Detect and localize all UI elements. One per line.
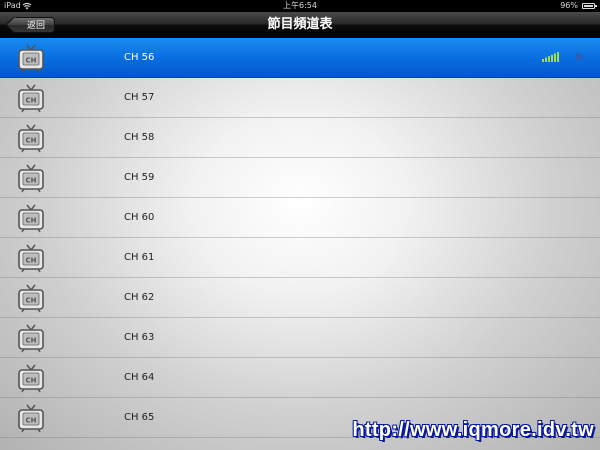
svg-text:CH: CH	[26, 257, 37, 265]
navigation-bar: 返回 節目頻道表	[0, 12, 600, 38]
tv-icon: CH	[16, 43, 46, 73]
svg-text:CH: CH	[26, 217, 37, 225]
channel-list: CH CH 56 CH CH 57 CH CH 58 CH CH 59 CH C…	[0, 38, 600, 438]
channel-label: CH 60	[124, 212, 155, 223]
svg-text:CH: CH	[26, 57, 37, 65]
watermark: http://www.iqmore.idv.tw	[352, 419, 594, 441]
svg-text:CH: CH	[26, 377, 37, 385]
battery-icon	[582, 3, 597, 9]
tv-icon: CH	[16, 283, 46, 313]
channel-label: CH 57	[124, 92, 155, 103]
channel-row[interactable]: CH CH 63	[0, 318, 600, 358]
tv-icon: CH	[16, 123, 46, 153]
tv-icon: CH	[16, 363, 46, 393]
channel-label: CH 58	[124, 132, 155, 143]
svg-text:CH: CH	[26, 337, 37, 345]
signal-strength-icon	[542, 52, 559, 62]
channel-row[interactable]: CH CH 61	[0, 238, 600, 278]
channel-label: CH 59	[124, 172, 155, 183]
tv-icon: CH	[16, 243, 46, 273]
status-time: 上午6:54	[283, 1, 317, 10]
channel-label: CH 56	[124, 52, 155, 63]
channel-label: CH 63	[124, 332, 155, 343]
channel-row[interactable]: CH CH 60	[0, 198, 600, 238]
channel-row[interactable]: CH CH 64	[0, 358, 600, 398]
tv-icon: CH	[16, 323, 46, 353]
channel-row[interactable]: CH CH 59	[0, 158, 600, 198]
tv-icon: CH	[16, 83, 46, 113]
channel-row[interactable]: CH CH 56	[0, 38, 600, 78]
svg-text:CH: CH	[26, 97, 37, 105]
svg-text:CH: CH	[26, 177, 37, 185]
channel-row[interactable]: CH CH 62	[0, 278, 600, 318]
channel-label: CH 64	[124, 372, 155, 383]
play-icon[interactable]	[574, 51, 586, 63]
channel-label: CH 61	[124, 252, 155, 263]
tv-icon: CH	[16, 203, 46, 233]
page-title: 節目頻道表	[267, 17, 333, 32]
svg-text:CH: CH	[26, 137, 37, 145]
channel-row[interactable]: CH CH 57	[0, 78, 600, 118]
tv-icon: CH	[16, 403, 46, 433]
svg-text:CH: CH	[26, 297, 37, 305]
battery-percent: 96%	[560, 1, 578, 10]
channel-label: CH 62	[124, 292, 155, 303]
channel-label: CH 65	[124, 412, 155, 423]
tv-icon: CH	[16, 163, 46, 193]
status-bar: iPad 上午6:54 96%	[0, 0, 600, 12]
channel-row[interactable]: CH CH 58	[0, 118, 600, 158]
app-screen: iPad 上午6:54 96% 返回 節目頻道表 CH CH 56 CH CH …	[0, 0, 600, 450]
svg-text:CH: CH	[26, 417, 37, 425]
